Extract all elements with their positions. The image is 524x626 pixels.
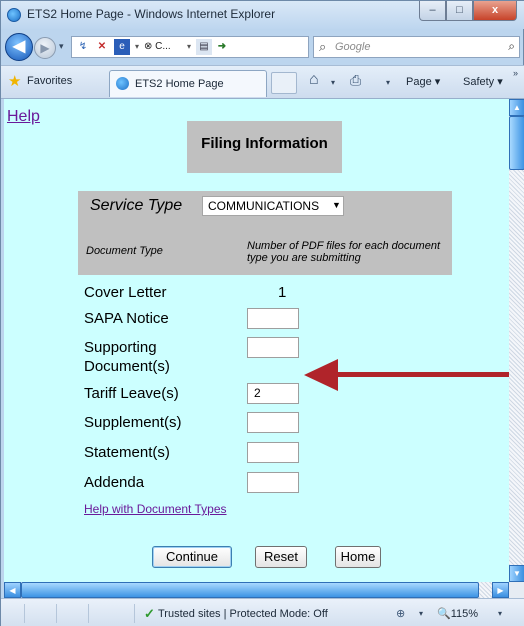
stop-icon[interactable]: ✕	[94, 39, 110, 55]
row-label-cover-letter: Cover Letter	[84, 284, 167, 301]
status-cell	[89, 604, 135, 623]
tab-label: ETS2 Home Page	[135, 78, 224, 90]
page-viewport: Help Filing Information Service Type COM…	[4, 99, 509, 582]
zoom-level[interactable]: 🔍115%	[437, 607, 478, 620]
row-label-tariff-leaves: Tariff Leave(s)	[84, 385, 179, 402]
continue-button[interactable]: Continue	[152, 546, 232, 568]
supporting-documents-input[interactable]	[247, 337, 299, 358]
scroll-left-icon[interactable]: ◀	[4, 582, 21, 598]
vertical-scroll-thumb[interactable]	[509, 116, 524, 170]
protected-mode-icon[interactable]: ⊕	[396, 607, 405, 620]
vertical-scrollbar[interactable]: ▲ ▼	[509, 99, 524, 582]
tab-ets2-home[interactable]: ETS2 Home Page	[109, 70, 267, 97]
search-icon: ⌕	[319, 39, 327, 54]
scroll-corner	[509, 582, 524, 598]
document-type-header: Document Type	[86, 245, 163, 257]
trusted-check-icon: ✓	[144, 606, 155, 621]
ie-logo-icon	[116, 77, 129, 90]
tariff-leaves-input[interactable]: 2	[247, 383, 299, 404]
status-cell	[25, 604, 57, 623]
ie-logo-icon	[7, 8, 21, 22]
status-cell	[1, 604, 25, 623]
supplements-input[interactable]	[247, 412, 299, 433]
address-dropdown-icon[interactable]: ▾	[132, 39, 142, 55]
go-icon[interactable]: ➜	[214, 39, 230, 55]
back-button[interactable]: ◀	[5, 33, 33, 61]
navigation-bar: ◀ ▶ ▾ ↯ ✕ e ▾ ⊗ C... ▾ ▤ ➜ ⌕ Google ⌕	[1, 29, 524, 65]
close-button[interactable]: x	[473, 1, 517, 21]
search-input[interactable]: Google	[335, 41, 370, 53]
print-dropdown-icon[interactable]: ▾	[386, 78, 390, 87]
chevron-down-icon: ▼	[332, 200, 341, 210]
row-label-supporting-documents: Supporting Document(s)	[84, 339, 170, 375]
horizontal-scrollbar[interactable]: ◀ ▶	[4, 582, 509, 598]
compat-view-icon[interactable]: ▤	[196, 39, 212, 55]
window-controls: – □ x	[419, 1, 517, 21]
help-link[interactable]: Help	[7, 108, 40, 126]
page-title: Filing Information	[201, 135, 328, 152]
row-label-supplements: Supplement(s)	[84, 414, 182, 431]
horizontal-scroll-thumb[interactable]	[21, 582, 479, 598]
search-button-icon[interactable]: ⌕	[508, 39, 515, 54]
browser-window: ETS2 Home Page - Windows Internet Explor…	[0, 0, 524, 626]
row-label-sapa-notice: SAPA Notice	[84, 310, 169, 327]
search-box[interactable]: ⌕ Google ⌕	[313, 36, 520, 58]
heading-box: Filing Information	[187, 121, 342, 173]
home-icon[interactable]: ⌂	[309, 71, 319, 89]
compatibility-icon[interactable]: ↯	[74, 39, 92, 55]
page-menu[interactable]: Page ▾	[406, 75, 440, 88]
title-bar: ETS2 Home Page - Windows Internet Explor…	[1, 1, 524, 29]
statements-input[interactable]	[247, 442, 299, 463]
safety-menu[interactable]: Safety ▾	[463, 75, 503, 88]
scroll-down-icon[interactable]: ▼	[509, 565, 524, 582]
address-text[interactable]: ⊗ C...	[144, 39, 184, 55]
service-type-panel: Service Type COMMUNICATIONS ▼ Document T…	[78, 191, 452, 275]
annotation-arrow-head-icon	[304, 359, 338, 391]
status-cell	[57, 604, 89, 623]
home-button[interactable]: Home	[335, 546, 381, 568]
zoom-dropdown-icon[interactable]: ▾	[498, 609, 502, 618]
forward-button[interactable]: ▶	[34, 37, 56, 59]
scroll-right-icon[interactable]: ▶	[492, 582, 509, 598]
addenda-input[interactable]	[247, 472, 299, 493]
address-bar[interactable]: ↯ ✕ e ▾ ⊗ C... ▾ ▤ ➜	[71, 36, 309, 58]
service-type-select[interactable]: COMMUNICATIONS ▼	[202, 196, 344, 216]
scroll-up-icon[interactable]: ▲	[509, 99, 524, 116]
home-dropdown-icon[interactable]: ▾	[331, 78, 335, 87]
maximize-button[interactable]: □	[446, 1, 473, 21]
cover-letter-count: 1	[278, 284, 287, 301]
address-dropdown-icon[interactable]: ▾	[184, 39, 194, 55]
favorites-button[interactable]: Favorites	[27, 75, 72, 87]
window-title: ETS2 Home Page - Windows Internet Explor…	[27, 7, 276, 21]
sapa-notice-input[interactable]	[247, 308, 299, 329]
favorites-star-icon[interactable]: ★	[8, 72, 21, 90]
minimize-button[interactable]: –	[419, 1, 446, 21]
new-tab-button[interactable]	[271, 72, 297, 94]
service-type-value: COMMUNICATIONS	[208, 199, 320, 213]
command-bar: ★ Favorites ETS2 Home Page ⌂ ▾ ⎙ ▾ Page …	[1, 65, 524, 99]
help-document-types-link[interactable]: Help with Document Types	[84, 502, 227, 516]
zone-dropdown-icon[interactable]: ▾	[419, 609, 423, 618]
status-bar: ✓ Trusted sites | Protected Mode: Off ⊕ …	[1, 598, 524, 626]
recent-pages-dropdown-icon[interactable]: ▾	[59, 41, 64, 52]
print-icon[interactable]: ⎙	[350, 72, 361, 89]
row-label-addenda: Addenda	[84, 474, 145, 491]
count-header: Number of PDF files for each document ty…	[247, 240, 440, 264]
security-zone-status[interactable]: Trusted sites | Protected Mode: Off	[158, 608, 328, 620]
service-type-label: Service Type	[90, 197, 183, 214]
row-label-statements: Statement(s)	[84, 444, 170, 461]
annotation-arrow-shaft	[334, 372, 509, 377]
more-commands-icon[interactable]: »	[513, 68, 518, 78]
reset-button[interactable]: Reset	[255, 546, 307, 568]
site-icon: e	[114, 39, 130, 55]
zoom-value: 115%	[450, 608, 479, 620]
